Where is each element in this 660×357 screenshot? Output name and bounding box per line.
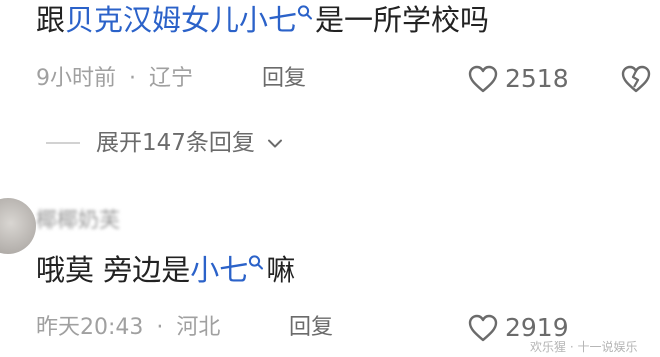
expand-replies-label: 展开147条回复 <box>96 130 255 156</box>
comment-2-text-prefix: 哦莫 旁边是 <box>36 253 191 287</box>
comment-2-search-link[interactable]: 小七 <box>190 253 248 287</box>
expand-replies-button[interactable]: 展开147条回复 <box>96 128 284 158</box>
comment-2-reply-button[interactable]: 回复 <box>289 313 333 343</box>
comment-2-username[interactable]: 椰椰奶芙 <box>36 204 120 234</box>
comment-2-text-suffix: 嘛 <box>266 253 296 287</box>
expand-divider <box>46 142 80 144</box>
comment-1-search-link[interactable]: 贝克汉姆女儿小七 <box>65 3 297 37</box>
comment-2-text: 哦莫 旁边是小七嘛 <box>36 250 295 290</box>
heart-icon[interactable] <box>467 313 499 343</box>
search-icon[interactable] <box>248 254 264 272</box>
chevron-down-icon <box>268 139 283 148</box>
search-icon[interactable] <box>297 4 313 22</box>
meta-separator: · <box>156 315 164 340</box>
comment-1-text-suffix: 是一所学校吗 <box>315 3 490 37</box>
comment-1-text: 跟贝克汉姆女儿小七 是一所学校吗 <box>36 0 489 40</box>
comment-1-meta: 9小时前 · 辽宁 <box>36 64 193 94</box>
heart-icon[interactable] <box>467 64 499 94</box>
avatar[interactable] <box>0 198 36 254</box>
broken-heart-icon[interactable] <box>620 64 652 94</box>
comment-1-reply-button[interactable]: 回复 <box>262 64 306 94</box>
comment-1-time: 9小时前 <box>36 66 116 91</box>
watermark: 欢乐猩 · 十一说娱乐 <box>530 340 638 354</box>
comment-1-location: 辽宁 <box>149 66 194 91</box>
comment-2-meta: 昨天20:43 · 河北 <box>36 313 220 343</box>
comment-2-location: 河北 <box>176 315 221 340</box>
meta-separator: · <box>129 66 136 91</box>
comment-2-time: 昨天20:43 <box>36 315 144 340</box>
comment-1-like-count: 2518 <box>505 64 569 93</box>
comment-1-text-prefix: 跟 <box>36 3 66 37</box>
